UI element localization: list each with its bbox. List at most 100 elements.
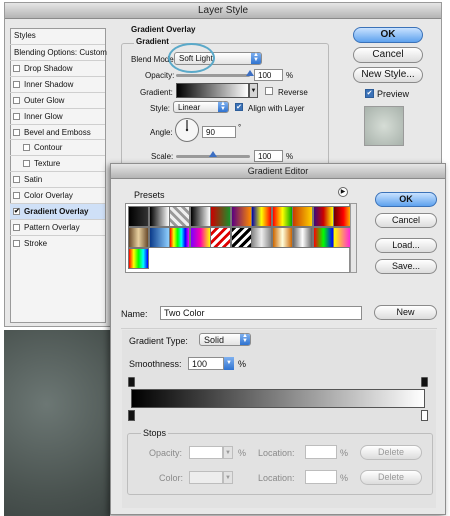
stop-color-swatch[interactable] — [189, 471, 223, 484]
preset-swatch[interactable] — [169, 227, 190, 248]
preset-swatch[interactable] — [128, 206, 149, 227]
delete-opacity-stop-button[interactable]: Delete — [360, 445, 422, 460]
sidebar-item-satin[interactable]: Satin — [10, 171, 105, 187]
layer-style-title: Layer Style — [197, 5, 249, 16]
sidebar-checkbox[interactable] — [13, 80, 20, 88]
smoothness-dropdown[interactable]: ▼ — [224, 357, 234, 370]
name-input[interactable]: Two Color — [160, 306, 362, 320]
sidebar-item-outer-glow[interactable]: Outer Glow — [10, 91, 105, 108]
preset-swatch[interactable] — [210, 206, 231, 227]
scale-input[interactable]: 100 — [254, 150, 283, 162]
style-select[interactable]: Linear ▲ ▼ — [173, 101, 229, 113]
sidebar-item-contour[interactable]: Contour — [10, 139, 105, 155]
gradient-picker[interactable] — [176, 83, 249, 98]
smoothness-input[interactable]: 100 — [188, 357, 224, 370]
editor-ok-button[interactable]: OK — [375, 192, 437, 207]
sidebar-item-color-overlay[interactable]: Color Overlay — [10, 187, 105, 203]
preset-swatch[interactable] — [271, 206, 293, 227]
sidebar-checkbox[interactable] — [13, 128, 20, 136]
layer-style-titlebar[interactable]: Layer Style — [5, 3, 441, 19]
preset-swatch[interactable] — [292, 206, 313, 227]
reverse-checkbox[interactable] — [265, 87, 273, 95]
sidebar-item-stroke[interactable]: Stroke — [10, 234, 105, 251]
presets-scrollbar[interactable] — [350, 203, 357, 273]
opacity-percent: % — [286, 71, 294, 80]
gradient-bar[interactable] — [131, 389, 425, 408]
gradient-editor-title: Gradient Editor — [247, 166, 309, 176]
opacity-slider-thumb[interactable] — [246, 70, 254, 76]
preset-swatch[interactable] — [292, 227, 313, 248]
opacity-slider[interactable] — [176, 74, 250, 77]
stop-opacity-dropdown[interactable]: ▼ — [223, 446, 233, 459]
preset-swatch[interactable] — [312, 206, 334, 227]
color-stop-left[interactable] — [128, 410, 135, 421]
sidebar-item-label: Inner Shadow — [24, 79, 74, 89]
sidebar-item-label: Contour — [34, 143, 63, 153]
sidebar-item-inner-shadow[interactable]: Inner Shadow — [10, 75, 105, 92]
chevron-updown-icon: ▲ ▼ — [251, 52, 261, 64]
preset-swatch[interactable] — [230, 227, 252, 248]
load-button[interactable]: Load... — [375, 238, 437, 253]
sidebar-item-drop-shadow[interactable]: Drop Shadow — [10, 59, 105, 76]
style-value: Linear — [178, 103, 201, 112]
opacity-stop-right[interactable] — [421, 377, 428, 387]
preset-swatch[interactable] — [251, 227, 272, 248]
styles-header[interactable]: Styles — [14, 31, 36, 40]
preset-swatch[interactable] — [148, 206, 170, 227]
sidebar-checkbox[interactable] — [13, 223, 20, 231]
preset-swatch[interactable] — [312, 227, 334, 248]
sidebar-checkbox[interactable] — [23, 160, 30, 168]
preset-swatch[interactable] — [189, 227, 211, 248]
preset-swatch[interactable] — [271, 227, 293, 248]
sidebar-checkbox[interactable] — [13, 96, 20, 104]
sidebar-item-gradient-overlay[interactable]: ✔ Gradient Overlay — [10, 203, 105, 219]
sidebar-item-texture[interactable]: Texture — [10, 155, 105, 171]
preview-checkbox[interactable]: ✔ — [365, 89, 374, 98]
color-stop-right[interactable] — [421, 410, 428, 421]
sidebar-item-pattern-overlay[interactable]: Pattern Overlay — [10, 218, 105, 235]
opacity-input[interactable]: 100 — [254, 69, 283, 81]
stop-opacity-label: Opacity: — [149, 448, 183, 458]
preset-swatch[interactable] — [169, 206, 190, 227]
stop-opacity-input[interactable] — [189, 446, 223, 459]
new-style-button[interactable]: New Style... — [353, 67, 423, 83]
gradient-editor-titlebar[interactable]: Gradient Editor — [111, 164, 445, 179]
stop-color-location-input[interactable] — [305, 470, 337, 484]
sidebar-item-blending-options-custom[interactable]: Blending Options: Custom — [10, 44, 107, 60]
preset-swatch[interactable] — [128, 227, 149, 248]
save-button[interactable]: Save... — [375, 259, 437, 274]
cancel-button[interactable]: Cancel — [353, 47, 423, 63]
new-button[interactable]: New — [374, 305, 437, 320]
sidebar-checkbox[interactable] — [13, 112, 20, 120]
ok-button[interactable]: OK — [353, 27, 423, 43]
sidebar-item-inner-glow[interactable]: Inner Glow — [10, 107, 105, 124]
sidebar-item-bevel-and-emboss[interactable]: Bevel and Emboss — [10, 123, 105, 140]
preset-swatch[interactable] — [230, 206, 252, 227]
preset-swatch[interactable] — [189, 206, 211, 227]
gradient-type-select[interactable]: Solid ▲ ▼ — [199, 333, 251, 346]
smoothness-label: Smoothness: — [129, 359, 182, 369]
scale-slider-thumb[interactable] — [209, 151, 217, 157]
stop-color-dropdown[interactable]: ▼ — [223, 471, 233, 484]
preset-swatch[interactable] — [128, 248, 149, 269]
preset-swatch[interactable] — [251, 206, 272, 227]
preset-swatch[interactable] — [148, 227, 170, 248]
sidebar-checkbox[interactable] — [13, 64, 20, 72]
angle-input[interactable]: 90 — [202, 126, 236, 138]
sidebar-item-label: Bevel and Emboss — [24, 127, 91, 137]
scale-percent: % — [286, 152, 294, 161]
gradient-dropdown-arrow[interactable]: ▼ — [249, 83, 258, 98]
sidebar-checkbox[interactable] — [23, 144, 30, 152]
editor-cancel-button[interactable]: Cancel — [375, 213, 437, 228]
sidebar-checkbox[interactable]: ✔ — [13, 208, 20, 215]
presets-menu-icon[interactable]: ▶ — [338, 187, 348, 197]
angle-dial[interactable] — [174, 117, 200, 143]
stop-opacity-location-input[interactable] — [305, 445, 337, 459]
preset-swatch[interactable] — [210, 227, 231, 248]
sidebar-checkbox[interactable] — [13, 239, 20, 247]
align-with-layer-checkbox[interactable]: ✔ — [235, 103, 243, 111]
sidebar-checkbox[interactable] — [13, 192, 20, 200]
delete-color-stop-button[interactable]: Delete — [360, 470, 422, 485]
sidebar-checkbox[interactable] — [13, 176, 20, 184]
opacity-stop-left[interactable] — [128, 377, 135, 387]
